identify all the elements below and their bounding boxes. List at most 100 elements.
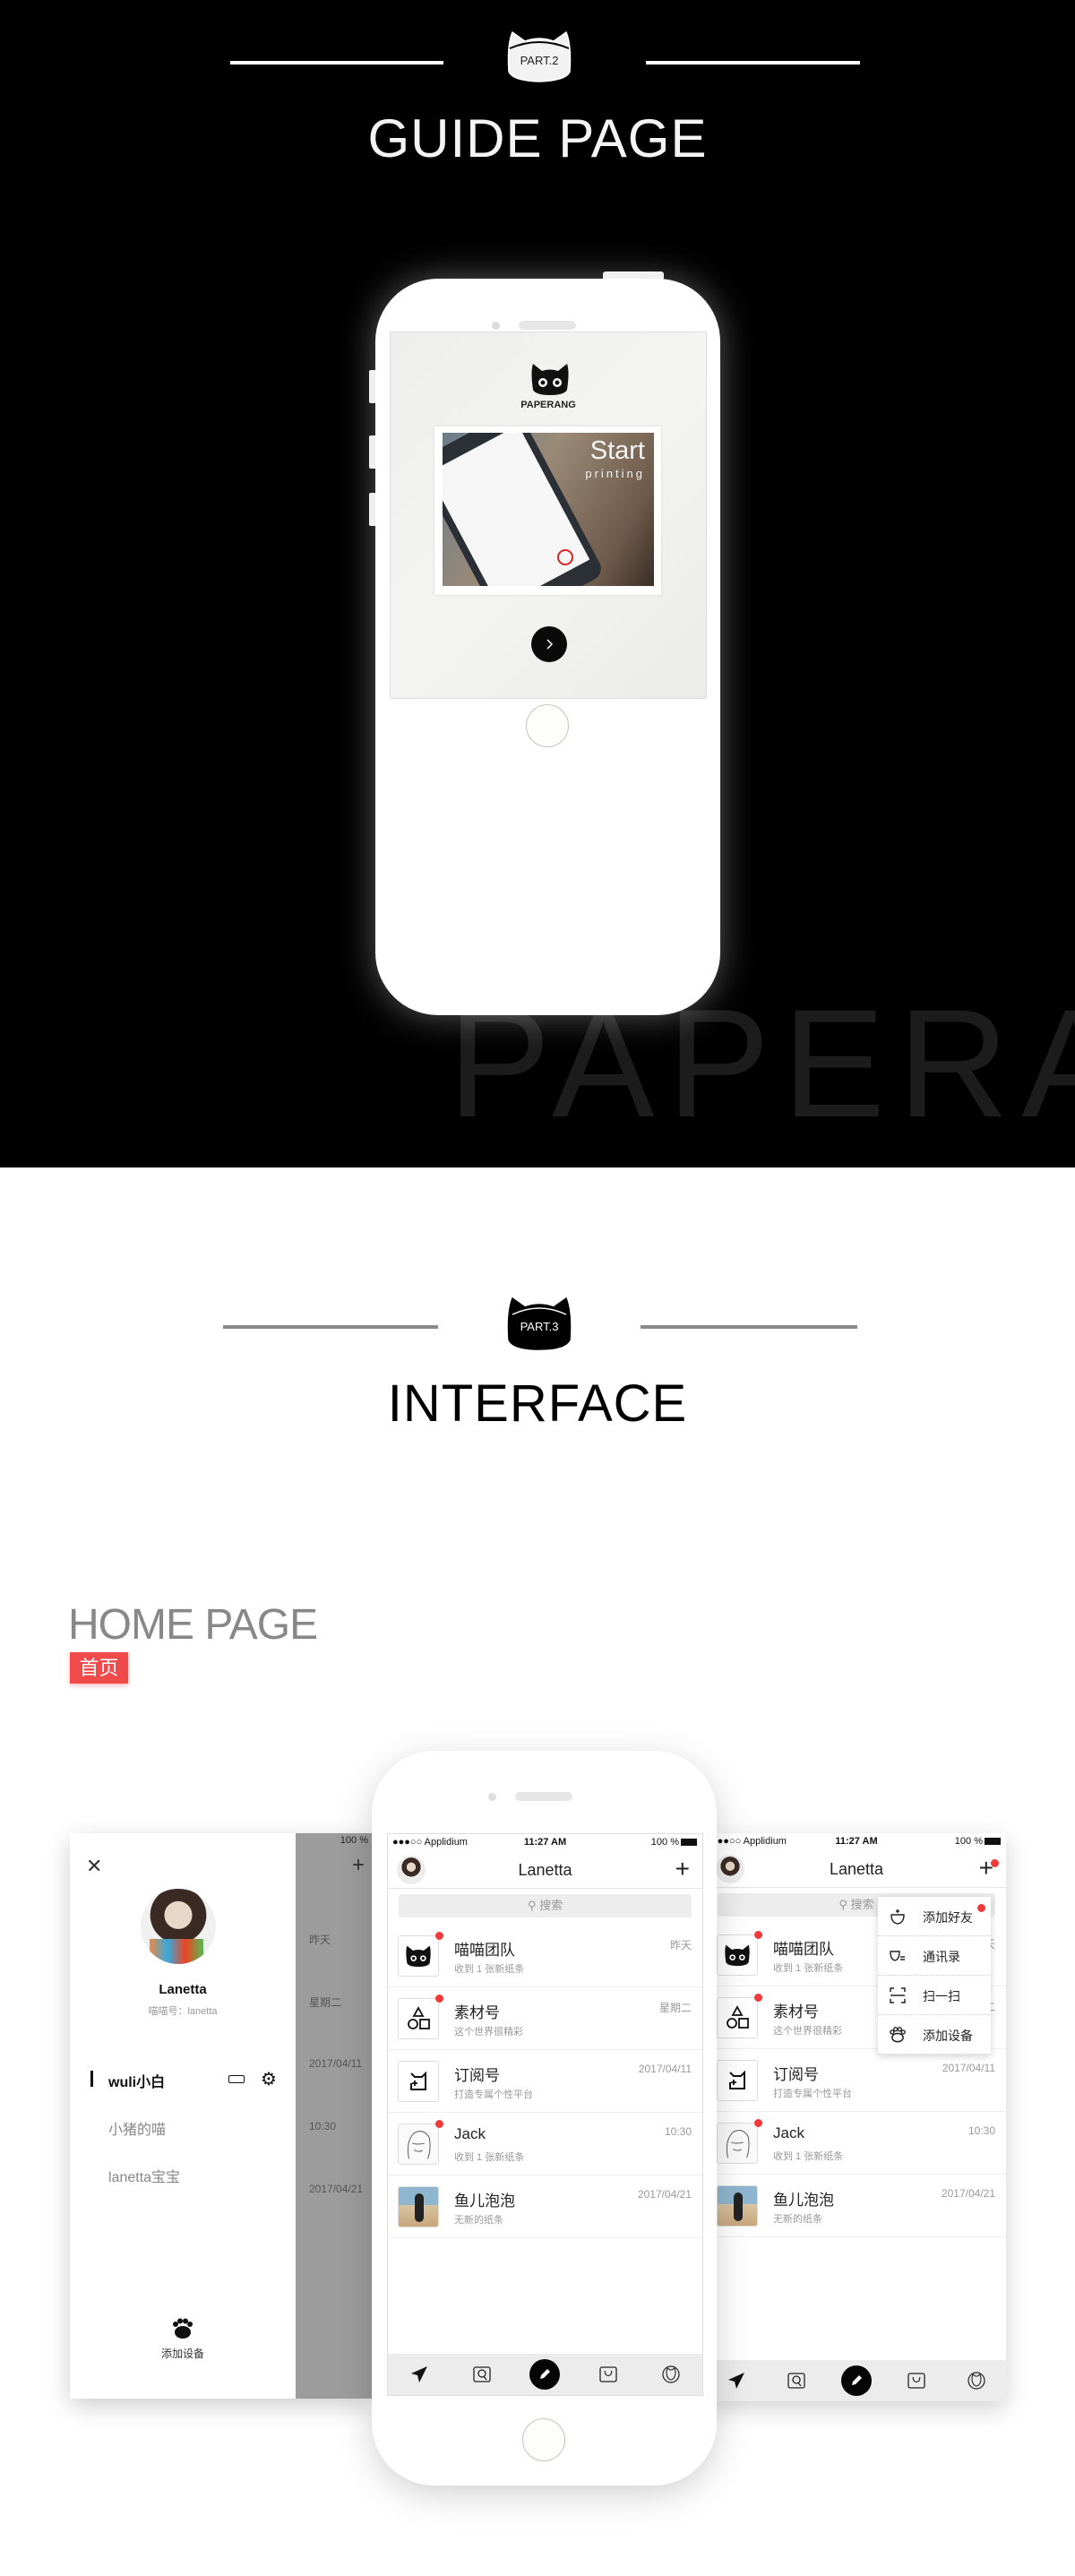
search-input[interactable]: ⚲ 搜索 — [399, 1894, 692, 1917]
nav-bar: Lanetta + — [707, 1850, 1006, 1888]
conversation-row[interactable]: 订阅号 打造专属个性平台 2017/04/11 — [388, 2050, 702, 2113]
menu-item[interactable]: 添加设备 — [878, 2015, 991, 2055]
row-subtitle: 这个世界很精彩 — [773, 2026, 842, 2037]
front-camera — [492, 322, 500, 330]
row-time: 10:30 — [664, 2125, 692, 2138]
menu-item[interactable]: 通讯录 — [878, 1936, 991, 1976]
battery-icon — [228, 2075, 245, 2083]
search-doc-icon — [472, 2365, 492, 2384]
row-title: 鱼儿泡泡 — [773, 2192, 834, 2209]
plus-icon[interactable]: + — [979, 1854, 993, 1882]
guide-phone: PAPERANG Start printing — [375, 279, 720, 1015]
row-title: 喵喵团队 — [454, 1942, 515, 1959]
battery-level: 100 % — [650, 1837, 679, 1848]
row-subtitle: 收到 1 张新纸条 — [773, 2151, 844, 2162]
next-button[interactable] — [531, 626, 567, 662]
sketch-avatar — [398, 2124, 439, 2165]
gear-icon[interactable]: ⚙ — [261, 2068, 277, 2090]
tab-cat-box[interactable] — [900, 2365, 933, 2397]
plus-icon[interactable]: + — [675, 1855, 690, 1883]
photo-phone — [443, 433, 606, 586]
tab-search-doc[interactable] — [466, 2358, 498, 2391]
status-bar: ●●●○○ Applidium 11:27 AM 100 % — [707, 1833, 1006, 1850]
paw-icon[interactable] — [171, 2318, 194, 2339]
unread-dot — [435, 2120, 443, 2128]
row-title: 订阅号 — [454, 2067, 500, 2084]
row-subtitle: 收到 1 张新纸条 — [773, 1963, 844, 1974]
battery-icon — [681, 1839, 697, 1846]
nav-bar: Lanetta + — [388, 1851, 702, 1889]
row-time: 10:30 — [968, 2124, 995, 2137]
status-bar: ●●●○○ Applidium 11:27 AM 100 % — [388, 1834, 702, 1851]
conversation-row[interactable]: 鱼儿泡泡 无新的纸条 2017/04/21 — [388, 2175, 702, 2238]
tab-pencil[interactable] — [840, 2365, 873, 2397]
shapes-icon — [717, 1997, 758, 2038]
menu-item[interactable]: 扫一扫 — [878, 1976, 991, 2015]
behind-row-time: 昨天 — [309, 1934, 331, 1946]
search-icon: ⚲ — [527, 1899, 540, 1912]
device-item[interactable]: 小猪的喵 — [70, 2115, 296, 2139]
paperang-logo-icon — [531, 364, 569, 395]
conversation-row[interactable]: Jack 收到 1 张新纸条 10:30 — [388, 2113, 702, 2175]
menu-badge-dot — [977, 1904, 985, 1912]
tab-search-doc[interactable] — [780, 2365, 813, 2397]
tab-paper-plane[interactable] — [720, 2365, 752, 2397]
tab-cat-box[interactable] — [592, 2358, 624, 2391]
chevron-right-icon — [546, 639, 554, 650]
search-placeholder: 搜索 — [539, 1899, 563, 1912]
plus-badge-dot — [991, 1859, 999, 1867]
front-camera — [488, 1793, 496, 1801]
device-label: wuli小白 — [108, 2075, 166, 2090]
row-subtitle: 打造专属个性平台 — [454, 2089, 533, 2100]
conversation-row[interactable]: 鱼儿泡泡 无新的纸条 2017/04/21 — [707, 2175, 1006, 2237]
device-label: 小猪的喵 — [108, 2123, 167, 2138]
active-indicator — [90, 2071, 93, 2087]
part3-badge: PART.3 — [503, 1295, 575, 1350]
conversation-row[interactable]: 订阅号 打造专属个性平台 2017/04/11 — [707, 2049, 1006, 2112]
pencil-icon — [529, 2358, 561, 2391]
cat-box-icon — [907, 2371, 926, 2391]
tab-bar — [707, 2360, 1006, 2401]
conversation-row[interactable]: 素材号这个世界很精彩 星期二 — [388, 1987, 702, 2050]
row-title: 喵喵团队 — [773, 1941, 834, 1958]
home-button[interactable] — [526, 704, 569, 747]
behind-row-time: 2017/04/11 — [309, 2057, 363, 2070]
behind-row-time: 星期二 — [309, 1996, 342, 2009]
unread-dot — [435, 1932, 443, 1940]
contacts-icon — [889, 1947, 907, 1965]
device-item[interactable]: wuli小白 ⚙ — [70, 2068, 296, 2091]
row-time: 2017/04/11 — [942, 2062, 995, 2074]
search-placeholder: 搜索 — [850, 1898, 874, 1911]
nav-title: Lanetta — [829, 1860, 884, 1878]
guide-title: GUIDE PAGE — [367, 108, 708, 168]
behind-row-time: 10:30 — [309, 2120, 337, 2132]
speaker — [515, 1792, 572, 1801]
add-device-label[interactable]: 添加设备 — [70, 2346, 296, 2361]
avatar[interactable] — [141, 1889, 216, 1964]
close-icon[interactable]: ✕ — [86, 1857, 102, 1876]
conversation-row[interactable]: 喵喵团队收到 1 张新纸条 昨天 — [388, 1925, 702, 1987]
row-title: Jack — [454, 2125, 486, 2142]
tab-cat-face[interactable] — [655, 2358, 687, 2391]
highlight-circle — [557, 549, 573, 565]
tab-cat-face[interactable] — [960, 2365, 993, 2397]
paper-plane-icon — [727, 2371, 746, 2391]
add-friend-icon — [889, 1908, 907, 1926]
behind-row-time: 2017/04/21 — [309, 2183, 364, 2195]
row-time: 2017/04/21 — [637, 2188, 692, 2201]
device-item[interactable]: lanetta宝宝 — [70, 2163, 296, 2186]
drawer-id: 喵喵号：lanetta — [148, 2006, 218, 2017]
tab-pencil[interactable] — [529, 2358, 561, 2391]
menu-item[interactable]: 添加好友 — [878, 1897, 991, 1936]
home-screen: ●●●○○ Applidium 11:27 AM 100 % Lanetta + ⚲ 搜索… — [387, 1833, 703, 2396]
row-time: 星期二 — [658, 2002, 692, 2014]
cat-face-icon — [967, 2371, 986, 2391]
scan-icon — [889, 1986, 907, 2004]
photo-avatar — [717, 2185, 758, 2227]
dimmed-home-overlay[interactable]: 100 % + 昨天 星期二 2017/04/11 10:30 2017/04/21 — [296, 1833, 372, 2399]
row-title: 素材号 — [454, 2004, 500, 2021]
home-button[interactable] — [522, 2418, 565, 2461]
conversation-row[interactable]: Jack 收到 1 张新纸条 10:30 — [707, 2112, 1006, 2175]
tab-paper-plane[interactable] — [403, 2358, 435, 2391]
battery-icon — [985, 1838, 1001, 1845]
